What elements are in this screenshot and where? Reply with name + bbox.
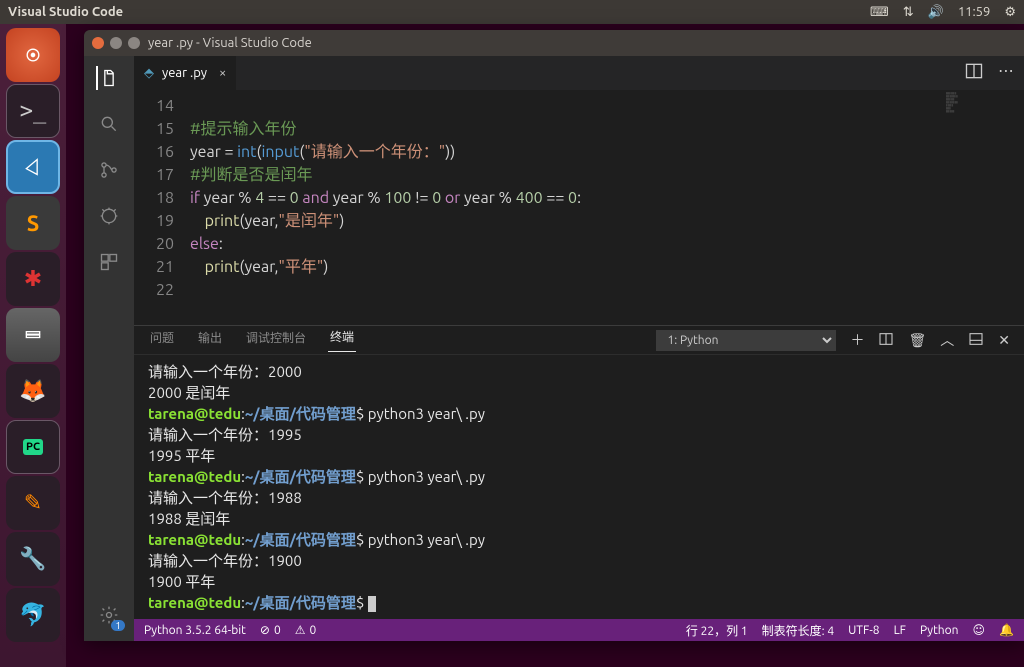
explorer-icon[interactable] <box>96 66 120 90</box>
kill-terminal-icon[interactable]: 🗑 <box>908 332 926 349</box>
launcher-pycharm[interactable]: PC <box>6 420 60 474</box>
launcher-files[interactable] <box>6 308 60 362</box>
launcher-dash[interactable] <box>6 28 60 82</box>
status-warnings[interactable]: ⚠ 0 <box>295 623 317 637</box>
maximize-panel-icon[interactable]: ︿ <box>940 330 954 350</box>
status-bell-icon[interactable]: 🔔 <box>999 623 1014 637</box>
terminal-selector[interactable]: 1: Python <box>656 330 836 351</box>
status-feedback-icon[interactable]: ☺ <box>973 623 986 637</box>
system-menubar: Visual Studio Code ⌨ ⇅ 🔊 11:59 ⚙ <box>0 0 1024 24</box>
menubar-app-title: Visual Studio Code <box>8 5 123 19</box>
code-text[interactable]: #提示输入年份year = int(input("请输入一个年份："))#判断是… <box>190 91 1024 325</box>
volume-icon[interactable]: 🔊 <box>928 5 944 20</box>
settings-gear-icon[interactable]: ⚙ <box>1004 5 1016 20</box>
keyboard-icon[interactable]: ⌨ <box>870 5 889 20</box>
panel-tabs: 问题 输出 调试控制台 终端 1: Python ＋ 🗑 ︿ ✕ <box>134 326 1024 355</box>
debug-icon[interactable] <box>97 204 121 228</box>
panel-tab-terminal[interactable]: 终端 <box>328 328 356 352</box>
code-editor[interactable]: 141516171819202122 #提示输入年份year = int(inp… <box>134 91 1024 325</box>
window-title: year .py - Visual Studio Code <box>148 36 312 50</box>
split-editor-icon[interactable] <box>964 61 984 85</box>
launcher-tool[interactable]: ✎ <box>6 476 60 530</box>
source-control-icon[interactable] <box>97 158 121 182</box>
launcher-sublime[interactable]: S <box>6 196 60 250</box>
tab-close-icon[interactable]: × <box>219 66 226 80</box>
status-lang[interactable]: Python <box>920 624 959 637</box>
editor-tabs: ⬘ year .py × ⋯ <box>134 56 1024 91</box>
minimap[interactable]: ███ ██ ███ ████ ████ ████ ███ ███ ██ ███… <box>944 91 1024 325</box>
terminal-output[interactable]: 请输入一个年份：20002000 是闰年tarena@tedu:~/桌面/代码管… <box>134 355 1024 619</box>
window-close-button[interactable] <box>92 37 104 49</box>
toggle-panel-icon[interactable] <box>968 331 984 350</box>
launcher-terminal[interactable]: >_ <box>6 84 60 138</box>
extensions-icon[interactable] <box>97 250 121 274</box>
status-tabsize[interactable]: 制表符长度: 4 <box>762 622 834 639</box>
window-minimize-button[interactable] <box>110 37 122 49</box>
line-gutter: 141516171819202122 <box>134 91 190 325</box>
activity-bar: 1 <box>84 56 134 641</box>
more-actions-icon[interactable]: ⋯ <box>998 61 1014 85</box>
launcher-spyder[interactable]: ✱ <box>6 252 60 306</box>
status-cursor[interactable]: 行 22，列 1 <box>686 622 748 639</box>
system-tray[interactable]: ⌨ ⇅ 🔊 11:59 ⚙ <box>870 5 1016 20</box>
panel-tab-debug[interactable]: 调试控制台 <box>244 329 308 352</box>
status-eol[interactable]: LF <box>894 624 906 637</box>
search-icon[interactable] <box>97 112 121 136</box>
python-file-icon: ⬘ <box>144 66 154 81</box>
tab-year-py[interactable]: ⬘ year .py × <box>134 56 236 91</box>
launcher-firefox[interactable]: 🦊 <box>6 364 60 418</box>
settings-icon[interactable]: 1 <box>97 603 121 627</box>
status-bar: Python 3.5.2 64-bit ⊘ 0 ⚠ 0 行 22，列 1 制表符… <box>134 619 1024 641</box>
launcher-vscode[interactable] <box>6 140 60 194</box>
launcher-settings[interactable]: 🔧 <box>6 532 60 586</box>
status-python[interactable]: Python 3.5.2 64-bit <box>144 624 246 637</box>
status-encoding[interactable]: UTF-8 <box>848 624 879 637</box>
unity-launcher: >_ S ✱ 🦊 PC ✎ 🔧 🐬 <box>0 24 66 667</box>
status-errors[interactable]: ⊘ 0 <box>260 623 281 637</box>
bottom-panel: 问题 输出 调试控制台 终端 1: Python ＋ 🗑 ︿ ✕ 请输入一个年份… <box>134 325 1024 619</box>
new-terminal-icon[interactable]: ＋ <box>850 330 864 350</box>
panel-tab-problems[interactable]: 问题 <box>148 329 176 352</box>
panel-tab-output[interactable]: 输出 <box>196 329 224 352</box>
network-icon[interactable]: ⇅ <box>903 5 914 20</box>
window-maximize-button[interactable] <box>128 37 140 49</box>
tab-filename: year .py <box>162 66 207 80</box>
launcher-db[interactable]: 🐬 <box>6 588 60 642</box>
close-panel-icon[interactable]: ✕ <box>998 332 1010 349</box>
clock[interactable]: 11:59 <box>958 5 991 19</box>
split-terminal-icon[interactable] <box>878 331 894 350</box>
settings-badge: 1 <box>111 620 125 631</box>
vscode-window: year .py - Visual Studio Code 1 ⬘ year .… <box>84 30 1024 641</box>
window-titlebar[interactable]: year .py - Visual Studio Code <box>84 30 1024 56</box>
